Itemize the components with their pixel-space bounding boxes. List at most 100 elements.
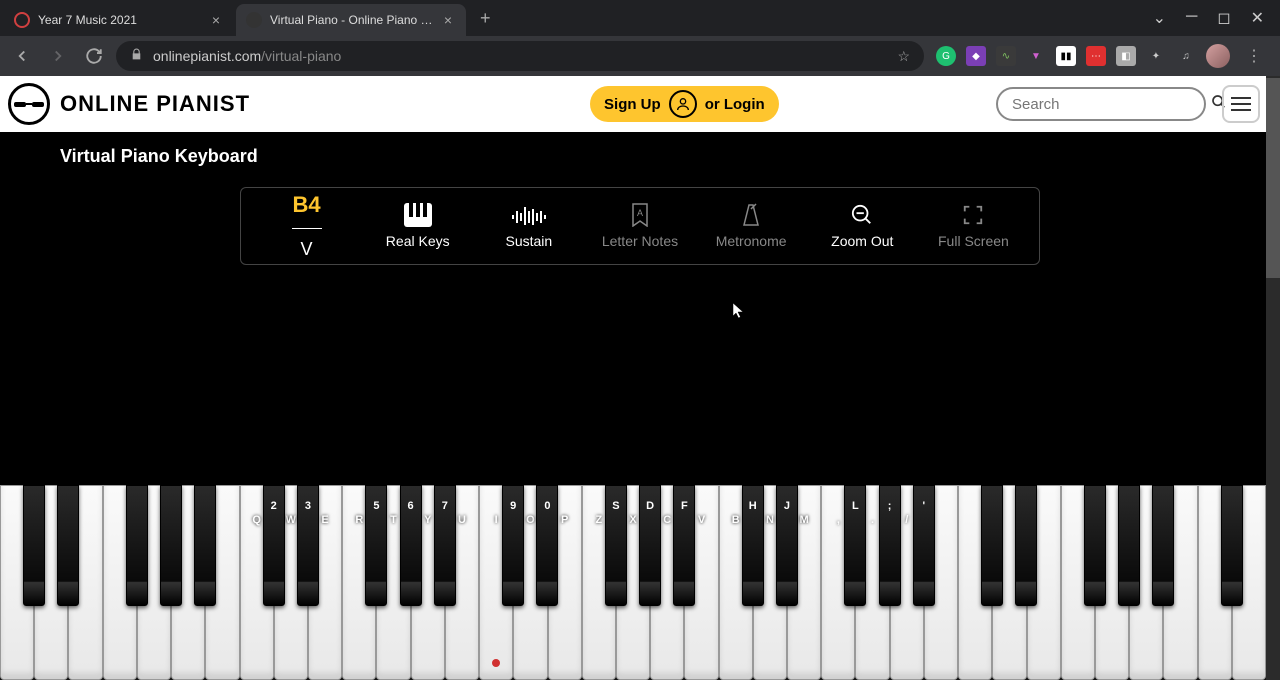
current-note-display: B4 V <box>267 192 347 260</box>
reload-button[interactable] <box>80 42 108 70</box>
black-key[interactable]: ' <box>913 485 935 606</box>
real-keys-button[interactable]: Real Keys <box>378 203 458 249</box>
logo-text: ONLINE PIANIST <box>60 91 250 117</box>
close-window-icon[interactable]: ✕ <box>1251 8 1264 28</box>
black-key[interactable]: J <box>776 485 798 606</box>
black-key[interactable]: 3 <box>297 485 319 606</box>
key-label: Y <box>424 514 431 526</box>
expand-icon <box>962 203 984 227</box>
logo-icon <box>8 83 50 125</box>
vertical-scrollbar[interactable] <box>1266 76 1280 680</box>
forward-button[interactable] <box>44 42 72 70</box>
extension-icons: G ◆ ∿ ▼ ▮▮ ⋯ ◧ ✦ ♫ ⋮ <box>932 44 1272 68</box>
extension-icon[interactable]: G <box>936 46 956 66</box>
key-label: T <box>390 514 397 526</box>
hamburger-menu-button[interactable] <box>1222 85 1260 123</box>
page-content: ONLINE PIANIST Sign Up or Login Virtual … <box>0 76 1280 680</box>
key-label: V <box>698 514 705 526</box>
black-key[interactable] <box>194 485 216 606</box>
signup-link[interactable]: Sign Up <box>604 96 661 113</box>
black-key[interactable]: H <box>742 485 764 606</box>
page-title: Virtual Piano Keyboard <box>0 132 1280 181</box>
black-key[interactable]: L <box>844 485 866 606</box>
extension-icon[interactable]: ∿ <box>996 46 1016 66</box>
scrollbar-thumb[interactable] <box>1266 78 1280 278</box>
black-key[interactable] <box>981 485 1003 606</box>
playlist-icon[interactable]: ♫ <box>1176 46 1196 66</box>
browser-tab[interactable]: Virtual Piano - Online Piano Keyb × <box>236 4 466 36</box>
key-label: 7 <box>442 500 448 512</box>
key-label: O <box>526 514 535 526</box>
zoom-out-button[interactable]: Zoom Out <box>822 203 902 249</box>
tab-title: Year 7 Music 2021 <box>38 13 208 27</box>
profile-avatar[interactable] <box>1206 44 1230 68</box>
back-button[interactable] <box>8 42 36 70</box>
maximize-icon[interactable]: ◻ <box>1217 8 1230 28</box>
piano-keyboard: QWERTYUIOPZXCVBNM,./2356790SDFHJL;' <box>0 485 1266 680</box>
key-label: U <box>458 514 466 526</box>
black-key[interactable]: 2 <box>263 485 285 606</box>
key-label: W <box>286 514 296 526</box>
key-label: C <box>663 514 671 526</box>
chrome-menu-icon[interactable]: ⋮ <box>1240 46 1268 66</box>
extension-icon[interactable]: ◧ <box>1116 46 1136 66</box>
black-key[interactable] <box>1152 485 1174 606</box>
browser-tab[interactable]: Year 7 Music 2021 × <box>4 4 234 36</box>
site-logo[interactable]: ONLINE PIANIST <box>8 83 250 125</box>
key-label: E <box>321 514 328 526</box>
black-key[interactable] <box>57 485 79 606</box>
black-key[interactable]: 5 <box>365 485 387 606</box>
black-key[interactable]: 9 <box>502 485 524 606</box>
extension-icon[interactable]: ◆ <box>966 46 986 66</box>
black-key[interactable] <box>1118 485 1140 606</box>
letter-notes-button[interactable]: A Letter Notes <box>600 203 680 249</box>
cursor-icon <box>732 302 746 323</box>
search-box[interactable] <box>996 87 1206 121</box>
metronome-button[interactable]: Metronome <box>711 203 791 249</box>
black-key[interactable]: F <box>673 485 695 606</box>
login-link[interactable]: or Login <box>705 96 765 113</box>
black-key[interactable]: S <box>605 485 627 606</box>
bookmark-star-icon[interactable]: ☆ <box>897 48 910 65</box>
metronome-icon <box>741 203 761 227</box>
black-key[interactable] <box>23 485 45 606</box>
close-icon[interactable]: × <box>208 12 224 28</box>
black-key[interactable] <box>1084 485 1106 606</box>
note-keyboard-key: V <box>301 239 313 260</box>
black-key[interactable]: 6 <box>400 485 422 606</box>
extension-icon[interactable]: ▮▮ <box>1056 46 1076 66</box>
arrow-right-icon <box>49 47 67 65</box>
search-input[interactable] <box>1012 96 1211 113</box>
black-key[interactable] <box>126 485 148 606</box>
black-key[interactable]: D <box>639 485 661 606</box>
key-label: I <box>495 514 498 526</box>
puzzle-icon[interactable]: ✦ <box>1146 46 1166 66</box>
black-key[interactable] <box>1015 485 1037 606</box>
key-label: 3 <box>305 500 311 512</box>
tab-favicon-icon <box>246 12 262 28</box>
piano-toolbar: B4 V Real Keys Sustain A Letter Notes <box>240 187 1040 265</box>
key-label: 9 <box>510 500 516 512</box>
full-screen-button[interactable]: Full Screen <box>933 203 1013 249</box>
black-key[interactable]: 0 <box>536 485 558 606</box>
black-key[interactable]: 7 <box>434 485 456 606</box>
black-key[interactable]: ; <box>879 485 901 606</box>
key-label: X <box>629 514 636 526</box>
black-key[interactable] <box>1221 485 1243 606</box>
extension-icon[interactable]: ⋯ <box>1086 46 1106 66</box>
svg-text:A: A <box>637 208 643 218</box>
chevron-down-icon[interactable]: ⌄ <box>1153 8 1166 28</box>
new-tab-button[interactable]: + <box>468 8 503 29</box>
black-key[interactable] <box>160 485 182 606</box>
key-label: Z <box>595 514 602 526</box>
url-input[interactable]: onlinepianist.com/virtual-piano ☆ <box>116 41 924 71</box>
close-icon[interactable]: × <box>440 12 456 28</box>
user-circle-icon <box>669 90 697 118</box>
minimize-icon[interactable]: ─ <box>1186 8 1197 28</box>
address-bar: onlinepianist.com/virtual-piano ☆ G ◆ ∿ … <box>0 36 1280 76</box>
key-label: S <box>612 500 619 512</box>
key-label: L <box>852 500 859 512</box>
extension-icon[interactable]: ▼ <box>1026 46 1046 66</box>
window-controls: ⌄ ─ ◻ ✕ <box>1153 8 1276 28</box>
sustain-button[interactable]: Sustain <box>489 203 569 249</box>
